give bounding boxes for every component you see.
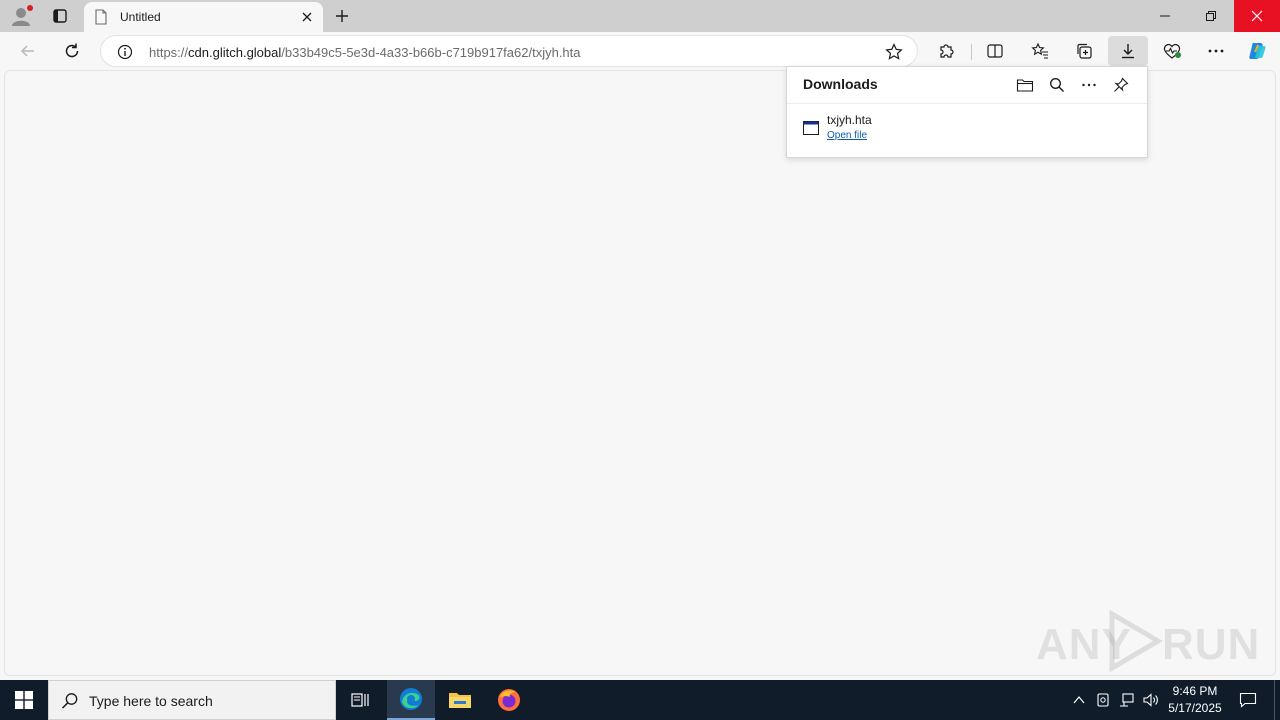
address-bar[interactable]: https://cdn.glitch.global/b33b49c5-5e3d-… [100, 35, 918, 67]
firefox-icon [498, 689, 520, 711]
reload-button[interactable] [58, 38, 86, 64]
profile-icon [12, 5, 33, 26]
chat-bubble-icon [1239, 692, 1257, 708]
favorites-button[interactable] [1026, 38, 1054, 64]
play-logo-icon [1109, 610, 1163, 672]
tray-meet-now-button[interactable] [1092, 680, 1114, 720]
back-button[interactable] [14, 38, 42, 64]
clock-time: 9:46 PM [1172, 684, 1218, 698]
show-hidden-icons-button[interactable] [1068, 680, 1090, 720]
windows-logo-icon [15, 691, 33, 709]
tab-close-button[interactable] [299, 9, 315, 25]
taskbar-search-box[interactable]: Type here to search [48, 680, 336, 720]
browser-essentials-button[interactable] [1158, 38, 1186, 64]
taskbar-firefox[interactable] [485, 680, 533, 720]
tray-network-button[interactable] [1116, 680, 1138, 720]
device-icon [1097, 693, 1109, 707]
clock-date: 5/17/2025 [1168, 701, 1222, 715]
restore-button[interactable] [1188, 0, 1234, 32]
url-prefix: https:// [149, 45, 189, 60]
taskbar-edge[interactable] [387, 680, 435, 720]
heartbeat-icon [1163, 43, 1181, 59]
plus-icon [336, 10, 348, 22]
task-view-icon [351, 693, 369, 707]
chevron-up-icon [1073, 696, 1085, 704]
toolbar-divider [971, 44, 972, 60]
folder-icon [449, 693, 471, 708]
download-filename[interactable]: txjyh.hta [827, 113, 872, 127]
reload-icon [65, 43, 79, 58]
more-icon [1082, 83, 1096, 87]
notifications-button[interactable] [1232, 680, 1264, 720]
page-content[interactable] [4, 70, 1276, 676]
tab-title: Untitled [120, 10, 161, 24]
taskbar-clock[interactable]: 9:46 PM 5/17/2025 [1162, 683, 1228, 717]
arrow-left-icon [20, 45, 34, 57]
downloads-button[interactable] [1108, 36, 1148, 66]
favorites-icon [1031, 42, 1048, 59]
search-placeholder: Type here to search [89, 693, 213, 709]
search-icon [1050, 78, 1064, 92]
folder-icon [1016, 79, 1034, 92]
downloads-more-button[interactable] [1077, 73, 1101, 97]
downloads-header: Downloads [787, 67, 1147, 104]
browser-toolbar: https://cdn.glitch.global/b33b49c5-5e3d-… [0, 32, 1280, 70]
settings-more-button[interactable] [1202, 38, 1230, 64]
window-close-button[interactable] [1234, 0, 1280, 32]
tab-strip: Untitled [0, 0, 1280, 32]
speaker-icon [1143, 693, 1158, 707]
restore-icon [1206, 11, 1216, 21]
new-tab-button[interactable] [330, 4, 354, 28]
copilot-button[interactable] [1243, 38, 1271, 64]
watermark-right-text: RUN [1162, 620, 1261, 669]
url-path: /b33b49c5-5e3d-4a33-b66b-c719b917fa62/tx… [281, 45, 581, 60]
download-icon [1122, 44, 1134, 59]
minimize-button[interactable] [1142, 0, 1188, 32]
copilot-icon [1249, 43, 1266, 59]
open-downloads-folder-button[interactable] [1013, 73, 1037, 97]
split-screen-icon [987, 44, 1003, 58]
taskbar-file-explorer[interactable] [436, 680, 484, 720]
split-screen-button[interactable] [981, 38, 1009, 64]
hta-file-icon [803, 121, 819, 135]
open-file-link[interactable]: Open file [827, 130, 867, 141]
search-icon [61, 693, 78, 709]
collections-icon [1077, 43, 1092, 59]
downloads-panel: Downloads txjyh.hta Open file [786, 66, 1148, 158]
tab-actions-button[interactable] [48, 4, 72, 28]
task-view-button[interactable] [336, 680, 384, 720]
puzzle-icon [940, 44, 954, 58]
network-icon [1120, 693, 1134, 707]
start-button[interactable] [0, 680, 48, 720]
tab-untitled[interactable]: Untitled [84, 2, 323, 32]
search-downloads-button[interactable] [1045, 73, 1069, 97]
info-icon[interactable] [117, 44, 133, 60]
edge-icon [400, 688, 422, 710]
url-text[interactable]: https://cdn.glitch.global/b33b49c5-5e3d-… [149, 45, 581, 60]
url-host: cdn.glitch.global [188, 45, 282, 60]
extensions-button[interactable] [933, 38, 961, 64]
anyrun-watermark: ANY RUN [1036, 610, 1259, 672]
tray-volume-button[interactable] [1140, 680, 1162, 720]
show-desktop-button[interactable] [1274, 680, 1280, 720]
tab-actions-icon [53, 9, 67, 23]
minimize-icon [1160, 15, 1170, 17]
pin-downloads-button[interactable] [1109, 73, 1133, 97]
close-icon [302, 12, 312, 22]
more-icon [1208, 49, 1224, 53]
profile-button[interactable] [8, 4, 36, 28]
collections-button[interactable] [1070, 38, 1098, 64]
star-icon[interactable] [885, 43, 903, 61]
page-icon [95, 9, 107, 25]
taskbar: Type here to search 9:46 PM 5/17/2025 [0, 680, 1280, 720]
downloads-title: Downloads [803, 76, 878, 92]
pin-icon [1114, 77, 1129, 92]
close-icon [1251, 10, 1263, 22]
